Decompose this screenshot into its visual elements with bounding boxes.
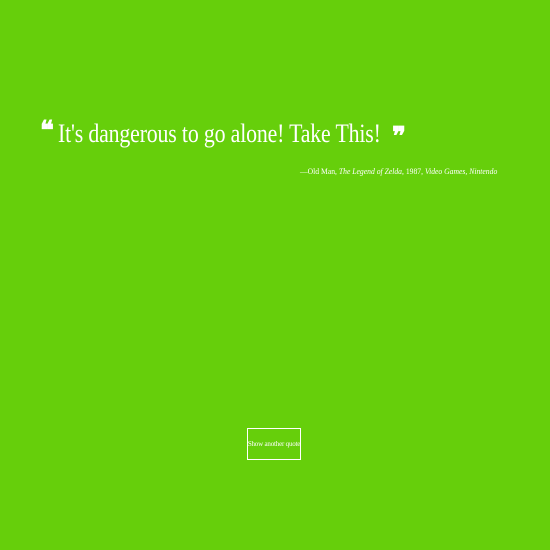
attribution-title: The Legend of Zelda bbox=[338, 166, 403, 176]
attribution-author: —Old Man, bbox=[300, 166, 339, 176]
quote-text: It's dangerous to go alone! Take This! bbox=[58, 119, 381, 148]
attribution-year: , 1987, bbox=[402, 166, 425, 176]
attribution-publisher: Nintendo bbox=[469, 166, 498, 176]
quote-line: ❝ It's dangerous to go alone! Take This!… bbox=[40, 116, 510, 152]
open-quote-icon: ❝ bbox=[40, 116, 54, 146]
quote-block: ❝ It's dangerous to go alone! Take This!… bbox=[40, 116, 510, 152]
close-quote-icon: ❞ bbox=[392, 122, 406, 152]
quote-attribution: —Old Man, The Legend of Zelda, 1987, Vid… bbox=[300, 166, 497, 176]
show-another-quote-button[interactable]: Show another quote bbox=[247, 428, 301, 460]
attribution-category: Video Games bbox=[424, 166, 466, 176]
